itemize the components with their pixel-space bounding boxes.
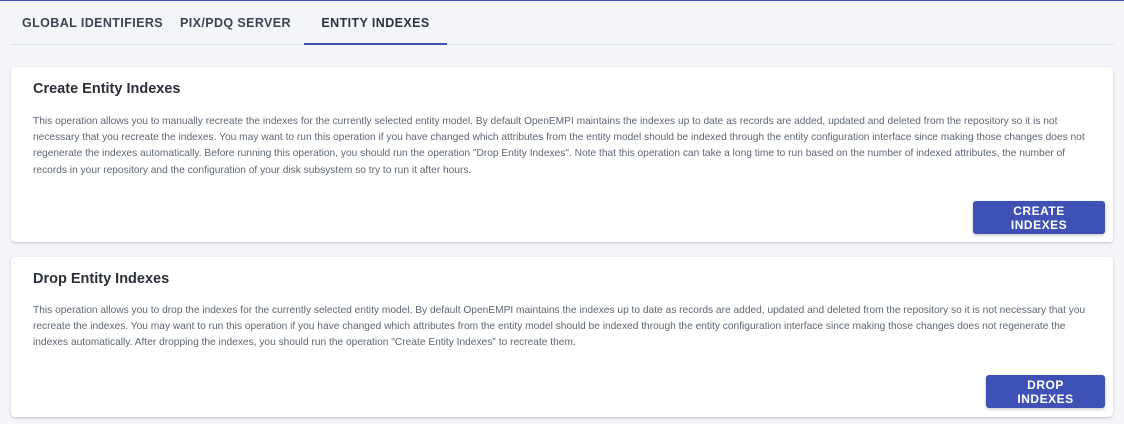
card-description: This operation allows you to manually re… [33, 116, 1085, 176]
create-indexes-button[interactable]: CREATE INDEXES [973, 201, 1105, 234]
tab-pix-pdq-server[interactable]: PIX/PDQ SERVER [170, 1, 304, 44]
create-entity-indexes-card: Create Entity Indexes This operation all… [11, 67, 1113, 242]
tab-entity-indexes[interactable]: ENTITY INDEXES [304, 1, 447, 45]
card-description: This operation allows you to drop the in… [33, 305, 1086, 349]
card-title: Create Entity Indexes [33, 81, 181, 97]
tab-bar: GLOBAL IDENTIFIERS PIX/PDQ SERVER ENTITY… [11, 1, 1114, 45]
card-title: Drop Entity Indexes [33, 271, 170, 287]
drop-indexes-button[interactable]: DROP INDEXES [986, 375, 1105, 408]
drop-entity-indexes-card: Drop Entity Indexes This operation allow… [11, 257, 1113, 417]
tab-global-identifiers[interactable]: GLOBAL IDENTIFIERS [11, 1, 170, 44]
